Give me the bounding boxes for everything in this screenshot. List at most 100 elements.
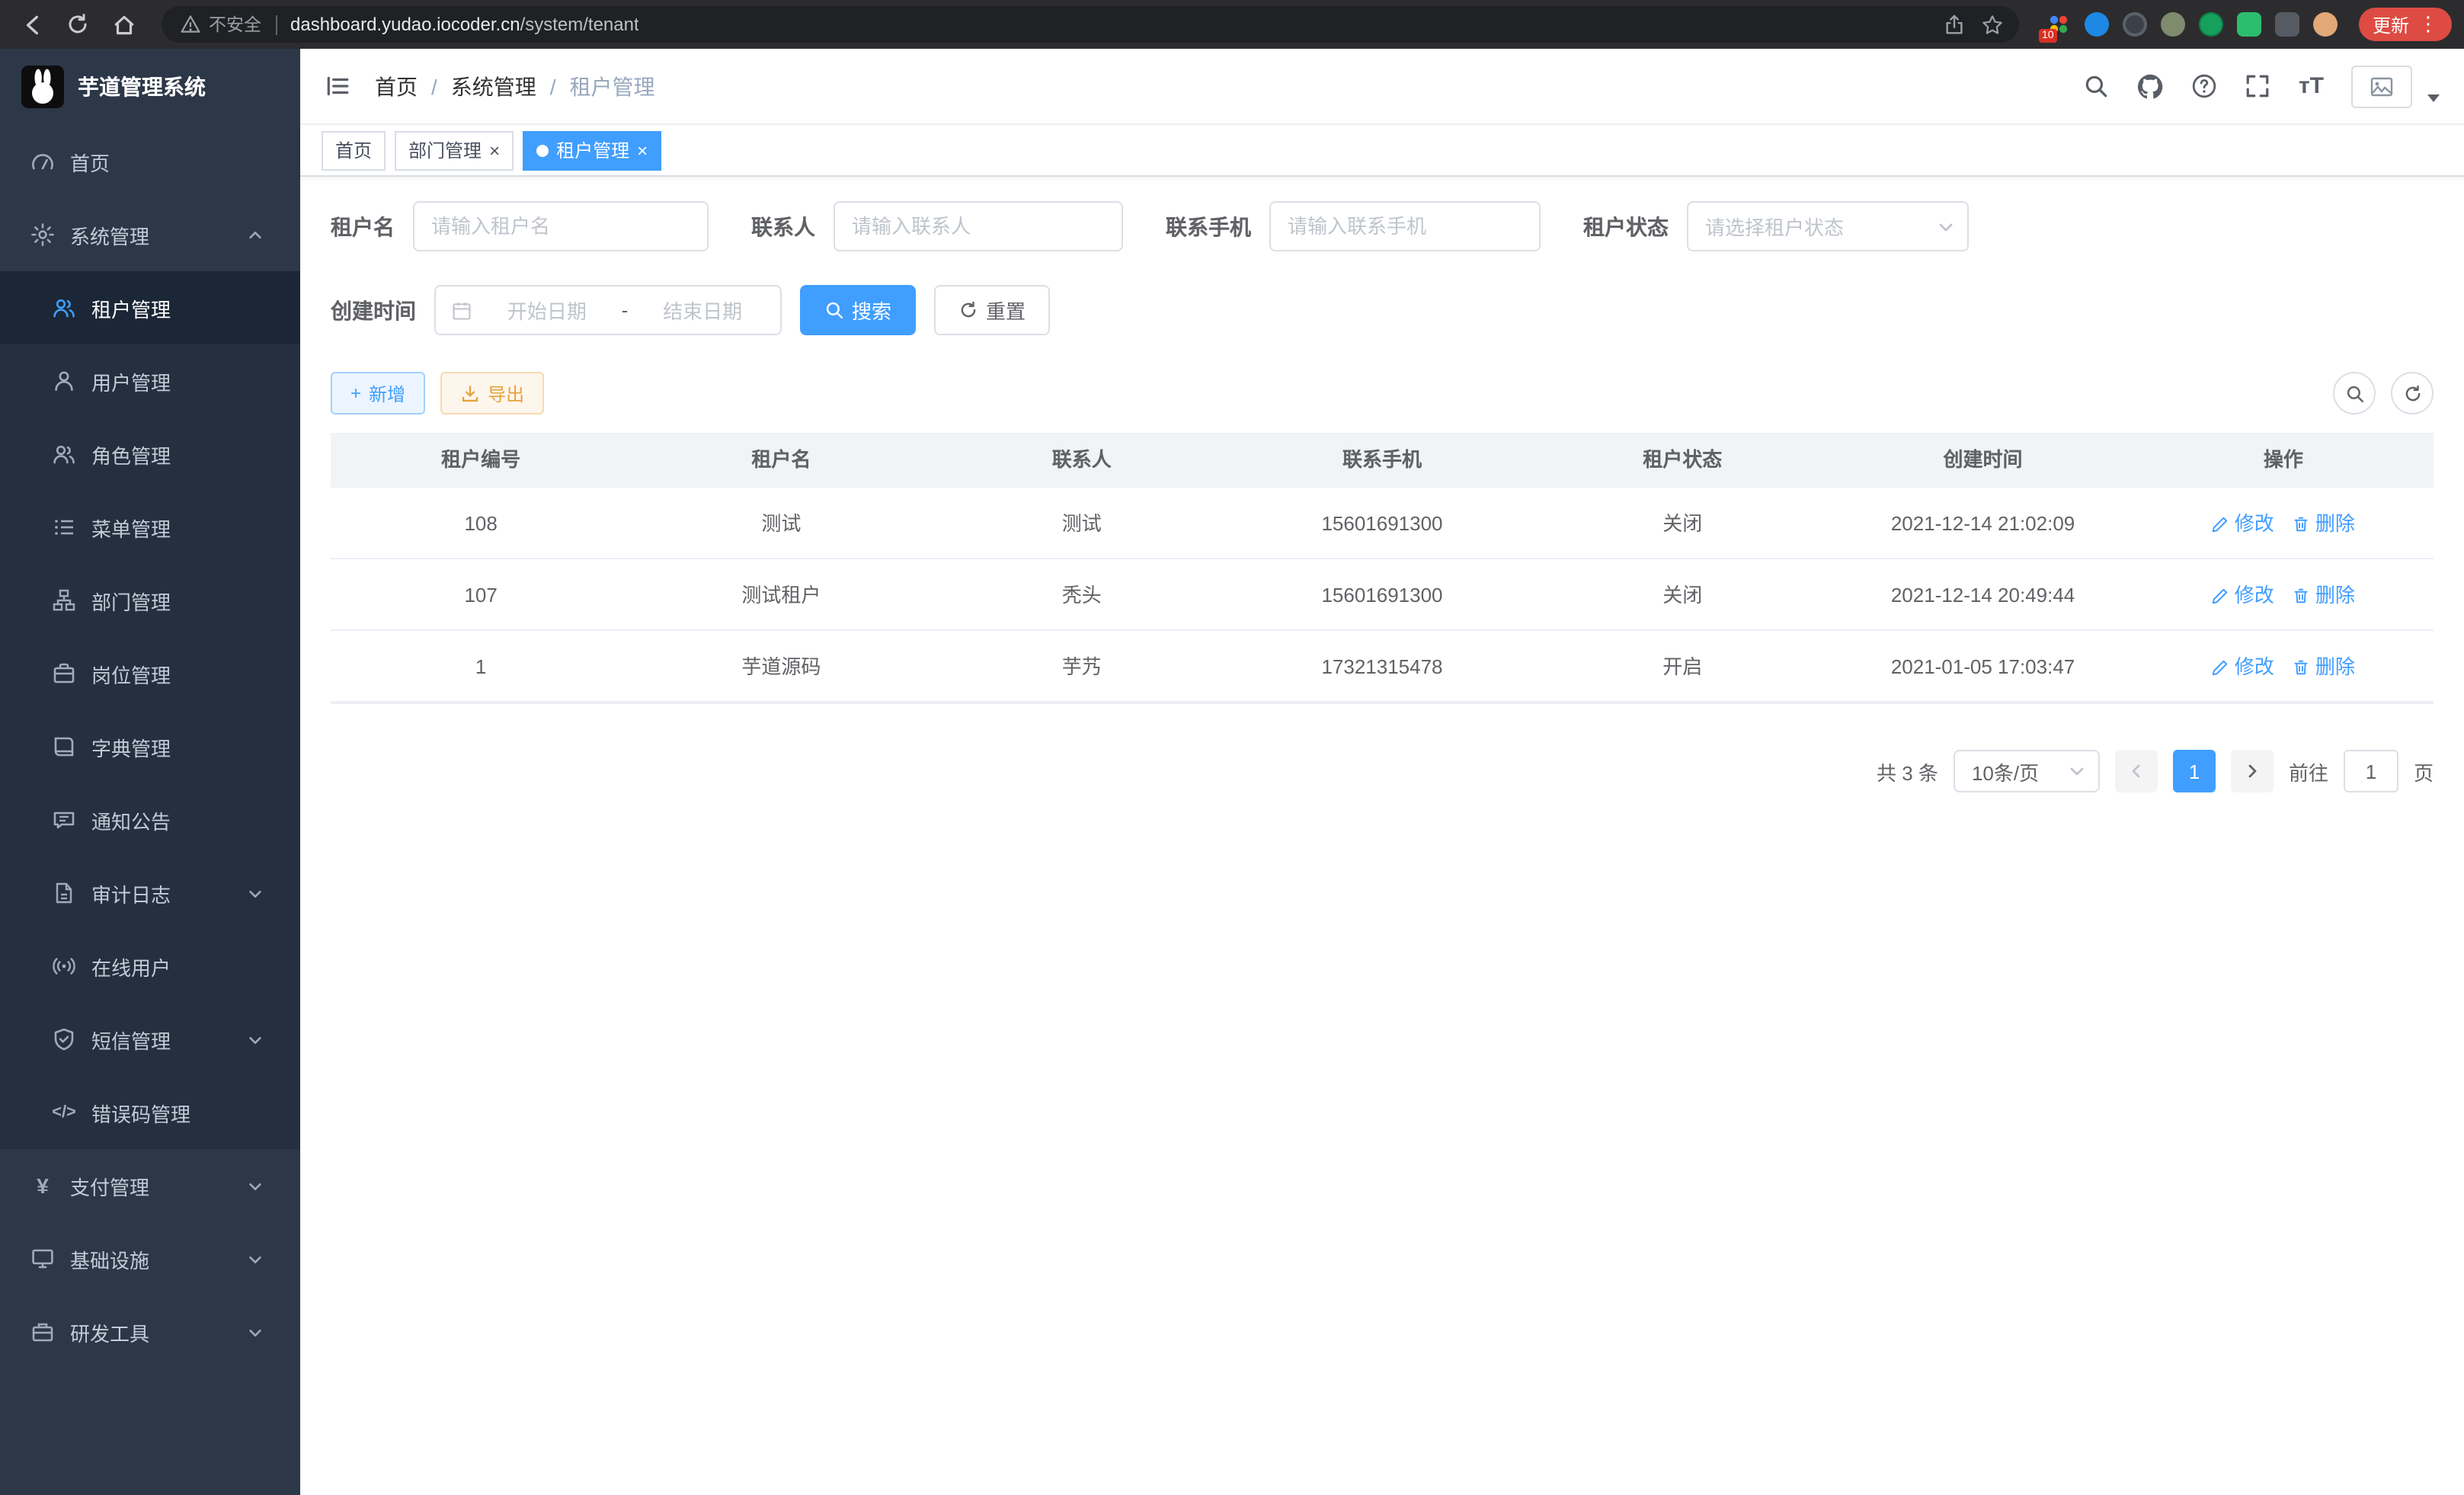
extension-icon-5[interactable] [2199,12,2223,37]
sidebar-logo[interactable]: 芋道管理系统 [0,49,300,125]
header-search-icon[interactable] [2084,73,2110,99]
search-toggle-button[interactable] [2333,372,2376,415]
breadcrumb-separator: / [550,74,556,98]
bookmark-star-icon[interactable] [1981,13,2004,36]
close-icon[interactable]: × [489,141,500,159]
page-size-select[interactable]: 10条/页 [1954,750,2100,792]
browser-update-button[interactable]: 更新 ⋮ [2359,8,2452,41]
extension-icon-6[interactable] [2237,12,2261,37]
extension-icon-4[interactable] [2161,12,2185,37]
signal-icon [52,954,76,978]
add-button[interactable]: + 新增 [331,372,425,415]
breadcrumb-home[interactable]: 首页 [375,71,418,101]
security-label: 不安全 [209,12,261,37]
tag-dept[interactable]: 部门管理 × [395,130,514,170]
profile-avatar-icon[interactable] [2313,12,2338,37]
reload-icon[interactable] [58,5,98,44]
address-bar[interactable]: 不安全 dashboard.yudao.iocoder.cn/system/te… [162,6,2019,43]
sidebar-item-system[interactable]: 系统管理 [0,198,300,271]
sidebar-item-role[interactable]: 角色管理 [0,418,300,491]
goto-page-input[interactable] [2344,750,2398,792]
extensions-puzzle-icon[interactable] [2275,12,2299,37]
caret-down-icon[interactable] [2427,94,2440,101]
table-toolbar: + 新增 导出 [331,372,2434,415]
share-icon[interactable] [1943,13,1966,36]
github-icon[interactable] [2137,72,2165,100]
chevron-up-icon [247,226,279,243]
delete-link[interactable]: 删除 [2293,488,2355,559]
cell-name: 测试租户 [631,559,931,631]
monitor-icon [30,1247,55,1271]
date-range-separator: - [622,299,629,322]
home-icon[interactable] [104,5,143,44]
cell-phone: 15601691300 [1232,559,1532,631]
sidebar-item-online-user[interactable]: 在线用户 [0,930,300,1003]
delete-link[interactable]: 删除 [2293,631,2355,703]
breadcrumb-system[interactable]: 系统管理 [451,71,536,101]
tag-tenant[interactable]: 租户管理 × [523,130,661,170]
sidebar-item-home[interactable]: 首页 [0,125,300,198]
edit-link[interactable]: 修改 [2212,559,2274,631]
sidebar-item-user[interactable]: 用户管理 [0,344,300,418]
sidebar-item-error-code[interactable]: </> 错误码管理 [0,1076,300,1149]
sidebar-item-notice[interactable]: 通知公告 [0,783,300,856]
export-button[interactable]: 导出 [440,372,544,415]
tags-view: 首页 部门管理 × 租户管理 × [300,125,2464,177]
user-avatar[interactable] [2351,65,2412,107]
user-icon [52,369,76,393]
date-range-picker[interactable]: 开始日期 - 结束日期 [434,285,782,335]
chevron-down-icon [2068,762,2086,780]
sidebar-item-tenant[interactable]: 租户管理 [0,271,300,344]
sidebar-item-pay[interactable]: ¥ 支付管理 [0,1149,300,1222]
extension-icon-3[interactable] [2123,12,2147,37]
col-phone: 联系手机 [1232,433,1532,488]
sidebar-item-dev-tools[interactable]: 研发工具 [0,1295,300,1369]
prev-page-button[interactable] [2115,750,2158,792]
sidebar-item-audit-log[interactable]: 审计日志 [0,856,300,930]
edit-link[interactable]: 修改 [2212,488,2274,559]
cell-status: 关闭 [1532,488,1832,559]
back-icon[interactable] [12,5,52,44]
sidebar-item-dept[interactable]: 部门管理 [0,564,300,637]
yen-icon: ¥ [30,1173,55,1198]
hamburger-icon[interactable] [325,73,350,99]
refresh-table-button[interactable] [2391,372,2434,415]
help-icon[interactable] [2192,73,2218,99]
close-icon[interactable]: × [637,141,648,159]
tag-home[interactable]: 首页 [322,130,386,170]
status-select[interactable]: 请选择租户状态 [1687,201,1969,251]
page-number-1[interactable]: 1 [2173,750,2216,792]
sidebar-item-infra[interactable]: 基础设施 [0,1222,300,1295]
next-page-button[interactable] [2231,750,2274,792]
breadcrumb-current: 租户管理 [570,71,655,101]
edit-link[interactable]: 修改 [2212,631,2274,703]
edit-label: 修改 [2235,488,2274,559]
table-row: 108 测试 测试 15601691300 关闭 2021-12-14 21:0… [331,488,2434,559]
phone-input[interactable] [1269,201,1541,251]
table-row: 107 测试租户 秃头 15601691300 关闭 2021-12-14 20… [331,559,2434,631]
reset-button[interactable]: 重置 [934,285,1050,335]
sidebar-item-dict[interactable]: 字典管理 [0,710,300,783]
cell-contact: 秃头 [932,559,1232,631]
contact-input[interactable] [834,201,1123,251]
sidebar-item-post[interactable]: 岗位管理 [0,637,300,710]
font-size-icon[interactable]: тT [2299,73,2324,99]
sidebar-item-label: 菜单管理 [91,513,171,542]
extension-icon-1[interactable]: 10 [2046,12,2071,37]
app-title: 芋道管理系统 [78,72,206,102]
book-icon [52,735,76,759]
delete-link[interactable]: 删除 [2293,559,2355,631]
filter-row-2: 创建时间 开始日期 - 结束日期 搜索 重置 [331,285,2434,335]
sidebar-item-sms[interactable]: 短信管理 [0,1003,300,1076]
edit-label: 修改 [2235,631,2274,703]
sidebar-item-menu[interactable]: 菜单管理 [0,491,300,564]
search-icon [2344,383,2364,403]
broken-image-icon [2370,74,2394,98]
tenant-name-input[interactable] [413,201,709,251]
logo-rabbit-icon [21,66,64,108]
extension-icon-2[interactable] [2085,12,2109,37]
browser-menu-icon[interactable]: ⋮ [2418,12,2438,37]
fullscreen-icon[interactable] [2245,73,2271,99]
search-button[interactable]: 搜索 [800,285,916,335]
security-indicator[interactable]: 不安全 [180,12,261,37]
